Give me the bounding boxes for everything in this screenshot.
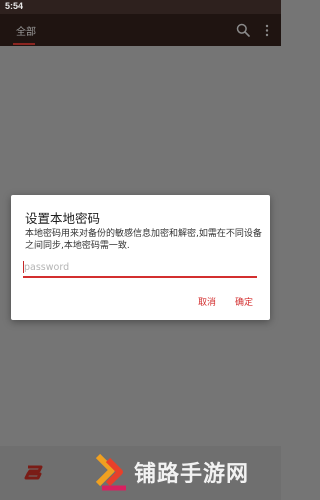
watermark-logo-icon xyxy=(95,453,126,491)
dialog-title: 设置本地密码 xyxy=(25,211,101,226)
input-underline xyxy=(23,276,257,278)
tab-indicator xyxy=(13,43,35,45)
search-icon[interactable] xyxy=(236,23,250,37)
cancel-button[interactable]: 取消 xyxy=(198,295,216,308)
set-local-password-dialog: 设置本地密码 本地密码用来对备份的敏感信息加密和解密,如需在不同设备之间同步,本… xyxy=(11,195,270,320)
text-cursor xyxy=(23,261,24,273)
dialog-message: 本地密码用来对备份的敏感信息加密和解密,如需在不同设备之间同步,本地密码需一致. xyxy=(25,229,262,251)
status-time: 5:54 xyxy=(5,1,24,11)
password-input[interactable] xyxy=(23,258,257,276)
app-logo-icon[interactable] xyxy=(24,464,44,480)
confirm-button[interactable]: 确定 xyxy=(235,295,253,308)
watermark-text: 铺路手游网 xyxy=(134,462,250,487)
app-bar: 全部 xyxy=(0,14,281,46)
watermark: 铺路手游网 xyxy=(92,450,272,494)
more-vert-icon[interactable] xyxy=(264,24,270,37)
tab-all[interactable]: 全部 xyxy=(16,23,36,38)
status-bar: 5:54 xyxy=(0,0,281,14)
